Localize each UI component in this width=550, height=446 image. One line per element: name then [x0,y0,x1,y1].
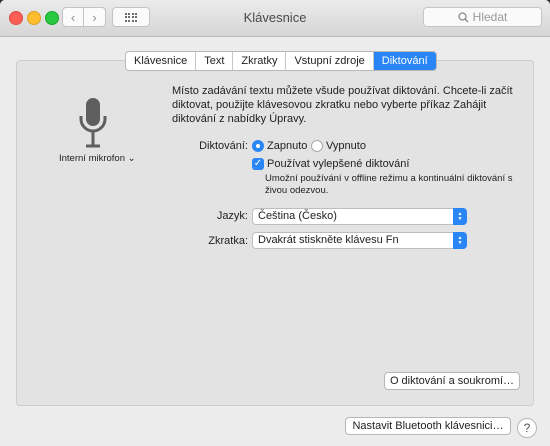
chevron-down-icon: ⌄ [127,153,136,164]
tab-text[interactable]: Text [196,52,234,70]
enhanced-dictation-hint: Umožní používání v offline režimu a kont… [265,173,513,196]
language-select[interactable]: Čeština (Česko) ▲ ▼ [252,208,467,225]
dictation-off-label: Vypnuto [326,140,366,152]
title-bar: ‹ › Klávesnice Hledat [0,0,550,37]
tab-input-sources[interactable]: Vstupní zdroje [286,52,374,70]
search-icon [458,11,469,22]
shortcut-value: Dvakrát stiskněte klávesu Fn [258,234,399,246]
dictation-label: Diktování: [199,140,248,152]
enhanced-dictation-label: Používat vylepšené diktování [267,158,410,170]
help-button[interactable]: ? [517,418,537,438]
search-placeholder: Hledat [472,10,508,24]
language-label: Jazyk: [216,210,248,222]
tab-dictation[interactable]: Diktování [373,52,436,70]
tab-keyboard[interactable]: Klávesnice [126,52,197,70]
checkmark-icon: ✓ [253,158,263,169]
tab-shortcuts[interactable]: Zkratky [233,52,287,70]
preferences-window: ‹ › Klávesnice Hledat Klávesnice Text Zk… [0,0,550,446]
dictation-on-label: Zapnuto [267,140,308,152]
updown-arrows-icon: ▲ ▼ [453,232,467,249]
shortcut-label: Zkratka: [208,235,248,247]
language-value: Čeština (Česko) [258,210,337,222]
microphone-label: Interní mikrofon [59,153,125,164]
dictation-description: Místo zadávání textu můžete všude použív… [172,85,513,125]
microphone-selector[interactable]: Interní mikrofon ⌄ [59,153,136,164]
setup-bluetooth-keyboard-button[interactable]: Nastavit Bluetooth klávesnici… [345,417,511,435]
shortcut-select[interactable]: Dvakrát stiskněte klávesu Fn ▲ ▼ [252,232,467,249]
enhanced-dictation-checkbox[interactable]: ✓ [252,158,264,170]
tab-bar: Klávesnice Text Zkratky Vstupní zdroje D… [125,51,437,71]
dictation-off-radio[interactable] [311,140,323,152]
microphone-icon [79,98,107,148]
search-field[interactable]: Hledat [423,7,542,27]
about-dictation-privacy-button[interactable]: O diktování a soukromí… [384,372,520,390]
updown-arrows-icon: ▲ ▼ [453,208,467,225]
dictation-on-radio[interactable] [252,140,264,152]
